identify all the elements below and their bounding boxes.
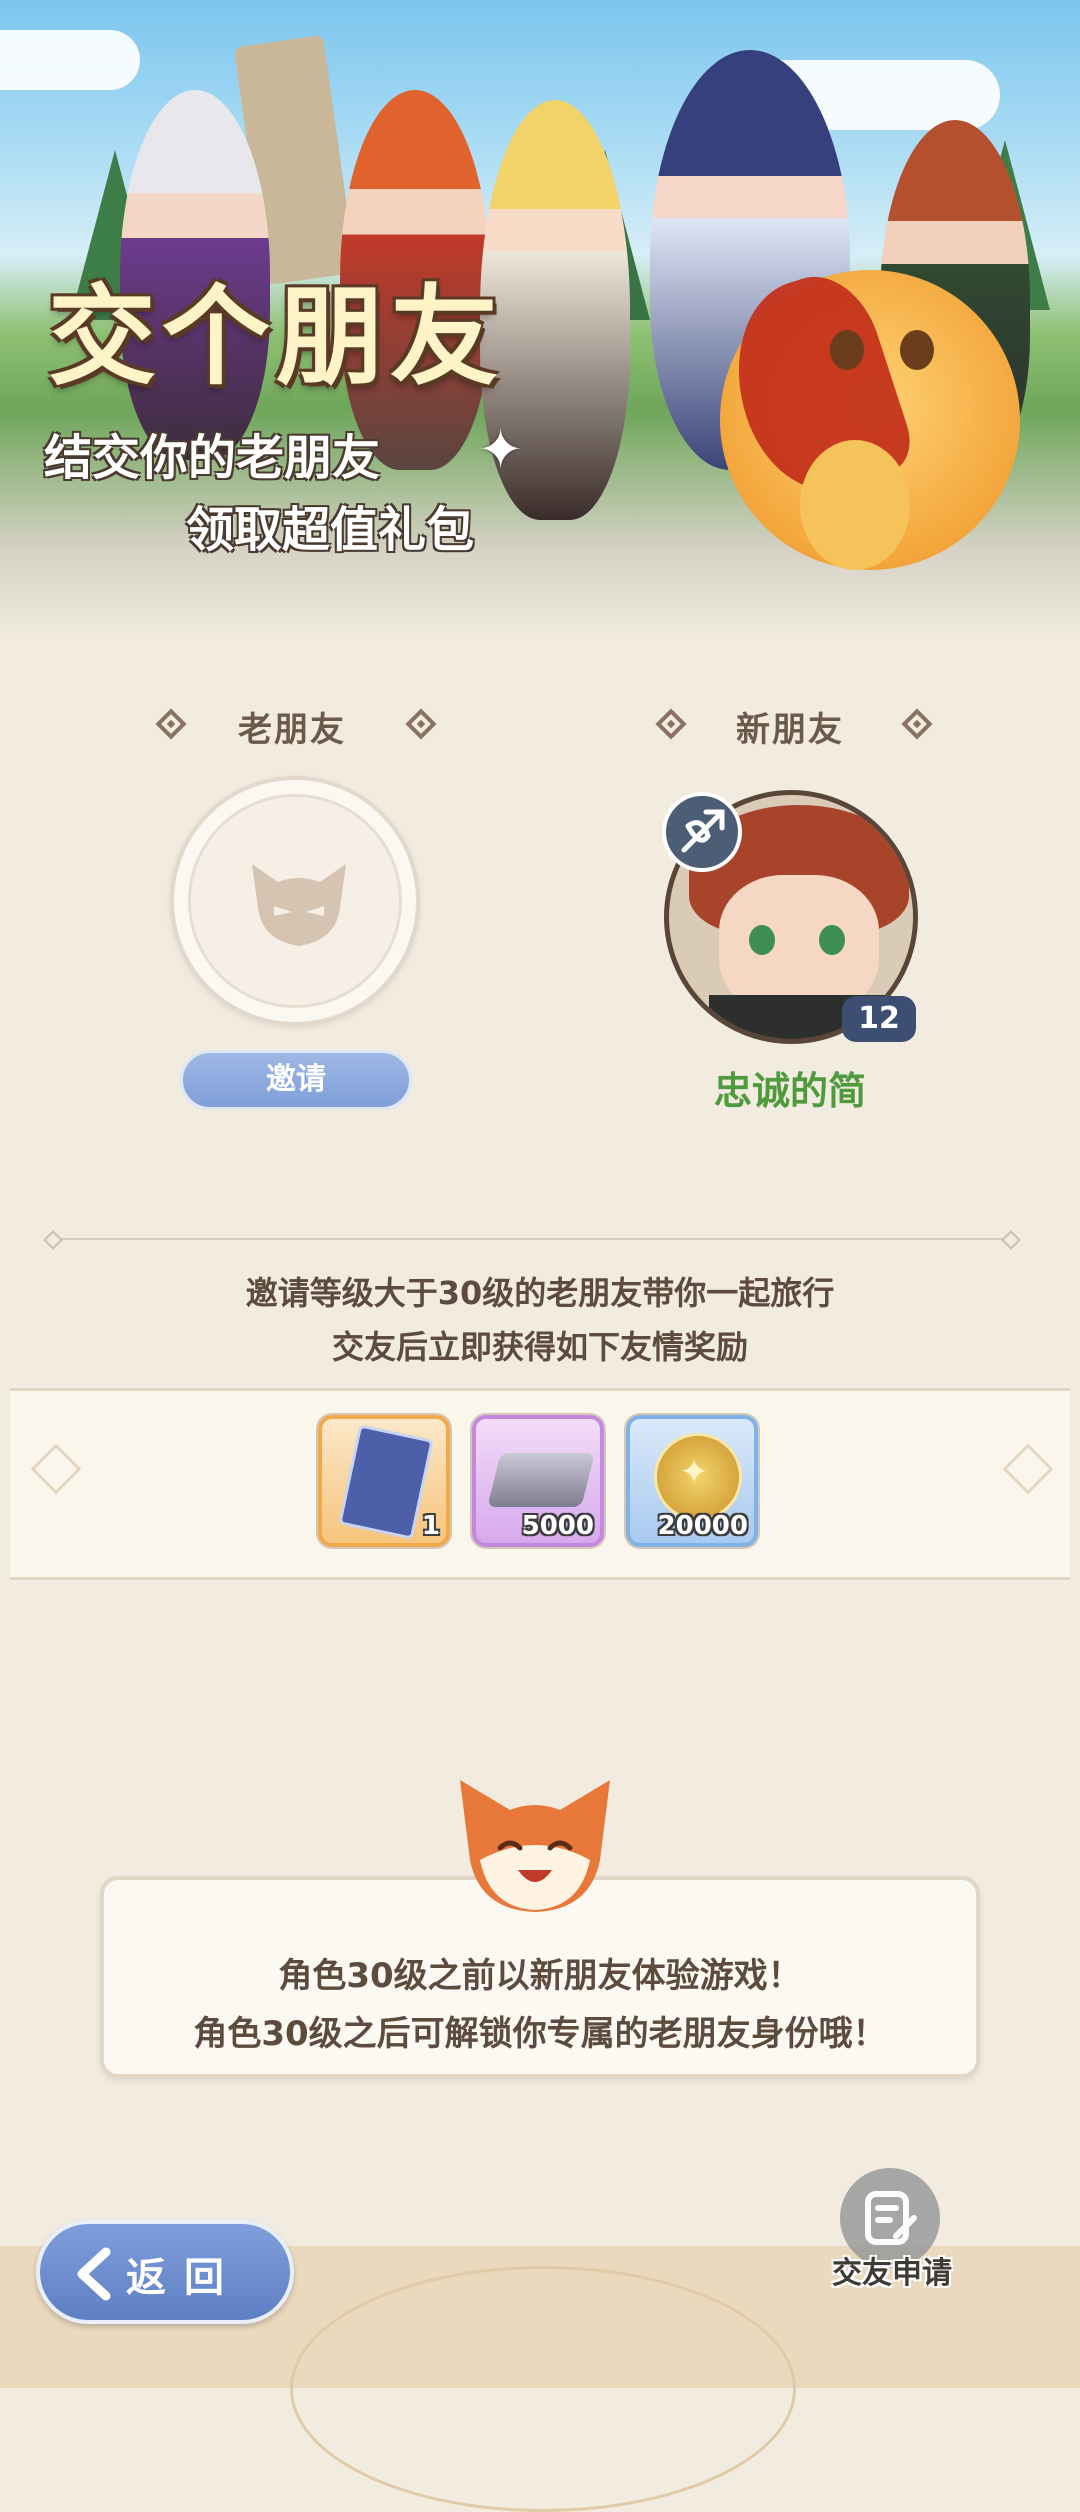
tip-line-1: 角色30级之前以新朋友体验游戏！ xyxy=(278,1956,802,1996)
avatar-eye xyxy=(819,925,845,955)
cloud xyxy=(0,30,140,90)
diamond-ornament-icon xyxy=(901,708,933,740)
fox-mascot-icon xyxy=(460,1780,610,1912)
avatar-eye xyxy=(749,925,775,955)
diamond-ornament-icon xyxy=(405,708,437,740)
reward-panel: 1 5000 ✦ 20000 xyxy=(10,1388,1070,1580)
new-friend-heading: 新朋友 xyxy=(736,710,844,750)
crossbow-icon xyxy=(662,792,742,872)
level-badge: 12 xyxy=(842,996,916,1042)
panel-ornament xyxy=(1002,1443,1054,1495)
back-label: 返回 xyxy=(126,2255,242,2301)
old-friend-heading: 老朋友 xyxy=(238,710,346,750)
tip-line-2: 角色30级之后可解锁你专属的老朋友身份哦！ xyxy=(193,2014,887,2054)
fox-silhouette-icon xyxy=(252,864,346,946)
mascot-eye xyxy=(900,330,934,370)
info-line-2: 交友后立即获得如下友情奖励 xyxy=(331,1328,748,1366)
reward-item[interactable]: ✦ 20000 xyxy=(626,1415,758,1547)
friend-request-label[interactable]: 交友申请 xyxy=(812,2248,972,2292)
sparkle-icon: ✦ xyxy=(478,418,524,481)
mascot-body xyxy=(800,440,910,570)
diamond-ornament-icon xyxy=(655,708,687,740)
mascot-eye xyxy=(830,330,864,370)
diamond-ornament-icon xyxy=(155,708,187,740)
reward-count: 5000 xyxy=(521,1511,594,1541)
hero-subtitle-2: 领取超值礼包 xyxy=(186,502,475,558)
divider xyxy=(50,1238,1010,1240)
divider-ornament xyxy=(43,1230,63,1250)
old-friend-avatar-slot[interactable] xyxy=(170,776,420,1026)
reward-count: 20000 xyxy=(657,1511,748,1541)
panel-ornament xyxy=(30,1443,82,1495)
reward-count: 1 xyxy=(421,1511,440,1541)
reward-item[interactable]: 1 xyxy=(318,1415,450,1547)
info-line-1: 邀请等级大于30级的老朋友带你一起旅行 xyxy=(245,1274,835,1312)
hero-banner: 交个朋友 结交你的老朋友 ✦ 领取超值礼包 xyxy=(0,0,1080,640)
gold-coin-icon: ✦ xyxy=(654,1433,742,1521)
footer-ornament xyxy=(290,2266,796,2512)
invite-button[interactable]: 邀请 xyxy=(180,1050,412,1110)
back-arrow-icon xyxy=(77,2247,111,2301)
divider-ornament xyxy=(1001,1230,1021,1250)
silver-bar-icon xyxy=(487,1453,595,1507)
reward-item[interactable]: 5000 xyxy=(472,1415,604,1547)
edit-note-icon xyxy=(865,2191,917,2245)
card-icon xyxy=(338,1424,434,1540)
new-friend-name: 忠诚的简 xyxy=(713,1069,866,1113)
hero-subtitle-1: 结交你的老朋友 xyxy=(44,430,381,486)
avatar-face xyxy=(719,875,879,1015)
hero-title: 交个朋友 xyxy=(48,275,505,400)
